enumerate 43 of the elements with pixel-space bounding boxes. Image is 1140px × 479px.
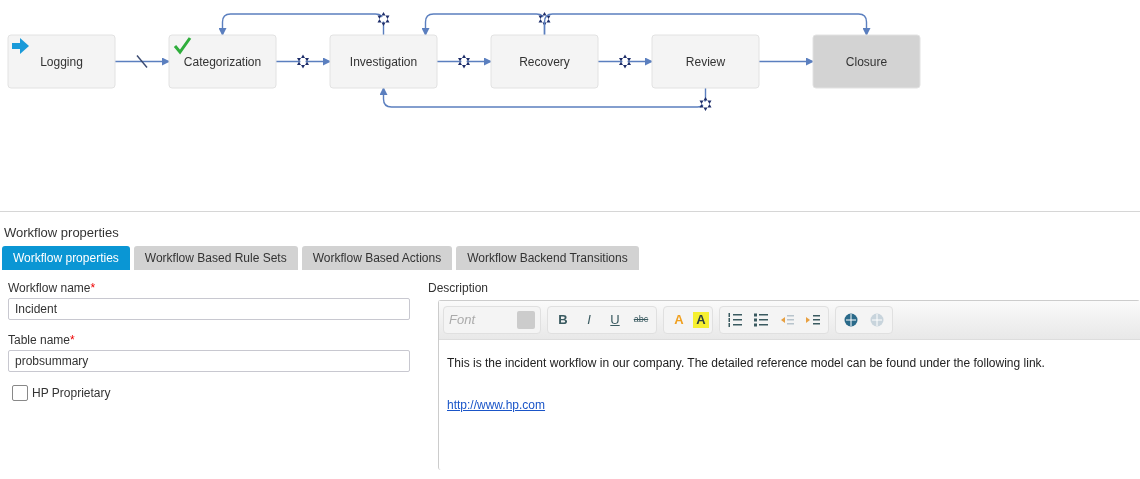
numbered-list-icon[interactable] (726, 311, 744, 329)
workflow-node[interactable] (168, 34, 277, 89)
workflow-node[interactable] (812, 34, 921, 89)
input-field[interactable]: Incident (8, 298, 410, 320)
node-label: Categorization (183, 54, 262, 69)
gear-icon[interactable] (538, 12, 551, 26)
gear-icon[interactable] (297, 54, 309, 69)
panel-title: Workflow properties (3, 224, 120, 242)
node-label: Investigation (349, 54, 418, 69)
globe-icon[interactable] (842, 311, 860, 329)
workflow-node[interactable] (490, 34, 599, 89)
field-label: Table name* (8, 332, 76, 348)
arrow-icon (12, 38, 29, 54)
check-icon (173, 37, 192, 55)
field-label: Description (428, 280, 490, 296)
bullet-list-icon[interactable] (752, 311, 770, 329)
workflow-node[interactable] (7, 34, 116, 89)
strikethrough-button[interactable]: abc (629, 308, 653, 332)
underline-button[interactable]: U (603, 308, 627, 332)
tab[interactable]: Workflow Backend Transitions (456, 246, 639, 270)
node-label: Closure (845, 54, 888, 69)
gear-icon[interactable] (458, 54, 470, 69)
gear-icon[interactable] (377, 12, 390, 26)
node-label: Logging (40, 54, 83, 69)
bold-button[interactable]: B (551, 308, 575, 332)
input-field[interactable]: probsummary (8, 350, 410, 372)
node-label: Review (685, 54, 726, 69)
blocked-mark (136, 54, 148, 69)
checkbox[interactable] (12, 385, 28, 401)
highlight-button[interactable]: A (693, 312, 709, 328)
italic-button[interactable]: I (577, 308, 601, 332)
description-text: This is the incident workflow in our company. The detailed reference model can be found under the following link. (447, 355, 1046, 372)
link[interactable]: http://www.hp.com (447, 398, 546, 412)
node-label: Recovery (519, 54, 570, 69)
gear-icon[interactable] (619, 54, 631, 69)
workflow-node[interactable] (329, 34, 438, 89)
editor-field[interactable]: Font B I U abc A A This is the incident workflow in our company. The detailed reference model can be found under the following link. http://www.hp.com (438, 300, 1140, 470)
gear-icon[interactable] (699, 97, 712, 111)
workflow-node[interactable] (651, 34, 760, 89)
tab[interactable]: Workflow Based Rule Sets (133, 246, 298, 270)
field-label: Workflow name* (8, 280, 97, 296)
checkbox-label: HP Proprietary (32, 385, 111, 402)
tab[interactable]: Workflow Based Actions (301, 246, 453, 270)
